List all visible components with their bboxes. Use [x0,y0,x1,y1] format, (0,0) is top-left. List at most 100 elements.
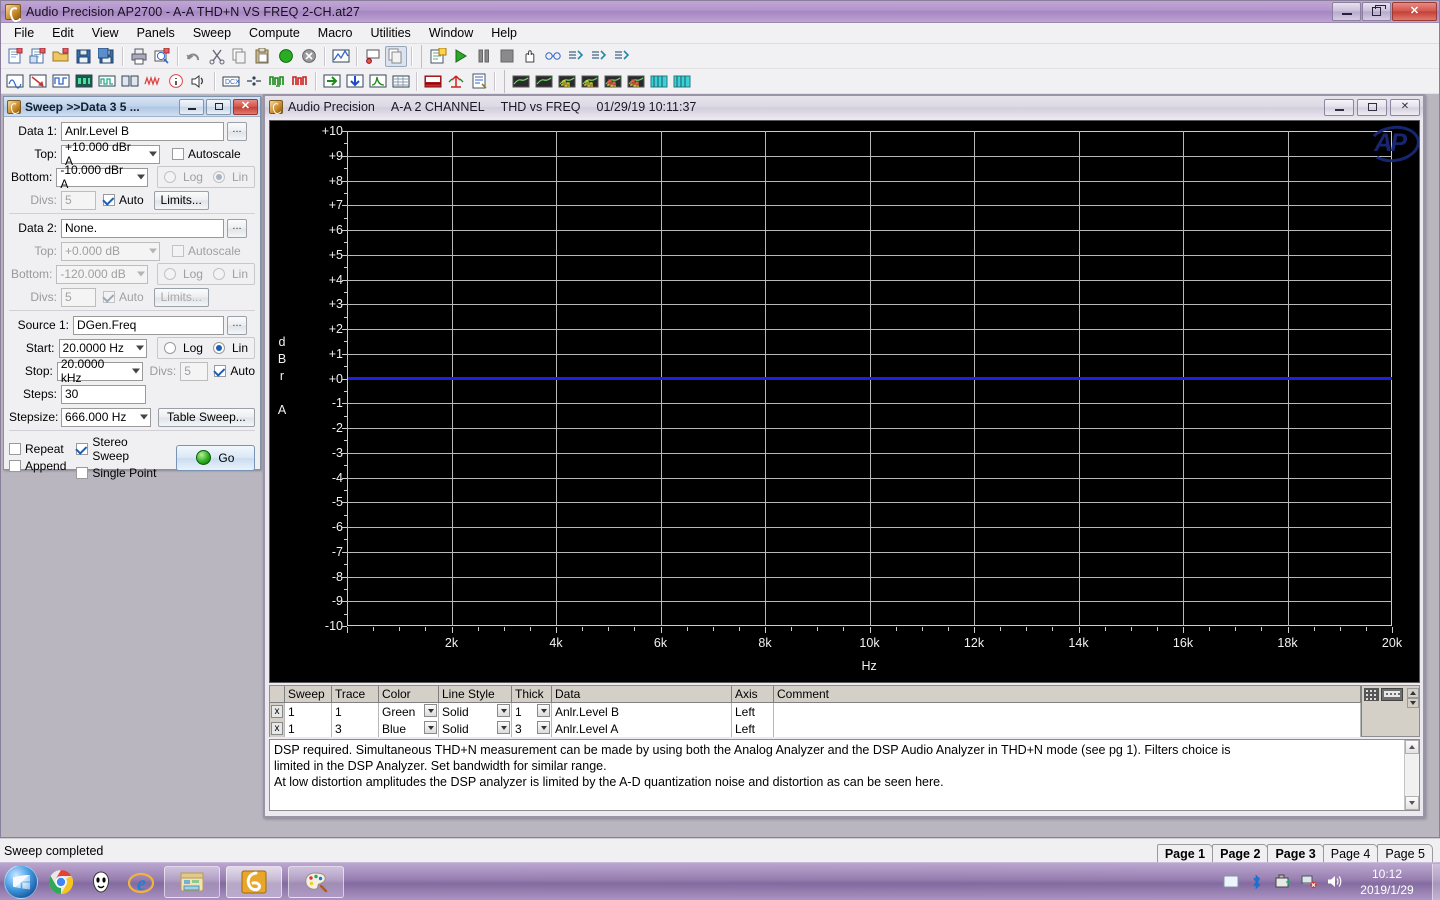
trace-table-scrollbar[interactable] [1407,688,1419,708]
safely-remove-icon[interactable] [1274,874,1291,890]
source1-lin-radio[interactable] [213,342,225,354]
chrome-icon[interactable] [44,865,78,899]
row-comment[interactable] [774,703,1361,720]
close-button[interactable]: ✕ [1392,2,1437,21]
comment-text[interactable]: DSP required. Simultaneous THD+N measure… [270,740,1404,810]
network-icon[interactable] [1300,874,1317,890]
glasses-icon[interactable] [542,46,564,67]
keyboard-icon[interactable] [1381,688,1403,701]
open-test-icon[interactable] [50,46,72,67]
cut-icon[interactable] [206,46,228,67]
comment-copy-icon[interactable] [385,46,407,67]
data2-log-radio[interactable] [164,268,176,280]
sweep-panel-2-icon[interactable] [533,71,555,92]
data2-input[interactable]: None. [61,219,224,238]
pause-macro-icon[interactable] [473,46,495,67]
sweep-panel-maximize-button[interactable] [206,99,231,115]
comment-scrollbar[interactable] [1404,740,1419,810]
paint-icon[interactable] [288,866,344,898]
dio-icon[interactable] [96,71,118,92]
bittest-icon[interactable] [119,71,141,92]
import-down-icon[interactable] [344,71,366,92]
go-button[interactable]: Go [176,445,255,471]
graph-minimize-button[interactable] [1324,99,1354,116]
bluetooth-icon[interactable] [1248,874,1265,890]
header-line-style[interactable]: Line Style [439,686,512,703]
run-macro-icon[interactable] [450,46,472,67]
numeric-keypad-icon[interactable] [1364,688,1379,701]
sweep-panel-6-icon[interactable] [625,71,647,92]
export-right-icon[interactable] [321,71,343,92]
data1-browse-button[interactable]: ... [227,122,247,141]
chevron-down-icon[interactable] [424,721,437,734]
graph-page-2-icon[interactable] [671,71,693,92]
data1-auto-checkbox[interactable]: Auto [103,193,144,207]
sweep-panel-title-bar[interactable]: Sweep >>Data 3 5 ... ✕ [4,97,260,117]
scroll-up-icon[interactable] [1405,740,1419,754]
step-into-icon[interactable] [565,46,587,67]
data2-top-combo[interactable]: +0.000 dB [61,242,160,261]
source1-input[interactable]: DGen.Freq [73,316,224,335]
chevron-down-icon[interactable] [497,721,510,734]
page-tab-2[interactable]: Page 2 [1212,844,1268,863]
graph-maximize-button[interactable] [1357,99,1387,116]
data1-top-combo[interactable]: +10.000 dBr A [61,145,160,164]
speaker-icon[interactable] [188,71,210,92]
table-sweep-button[interactable]: Table Sweep... [158,408,255,427]
menu-sweep[interactable]: Sweep [184,24,240,42]
menu-utilities[interactable]: Utilities [362,24,420,42]
scroll-down-icon[interactable] [1407,698,1419,708]
sweep-panel-1-icon[interactable] [510,71,532,92]
chevron-down-icon[interactable] [537,704,550,717]
new-from-template-icon[interactable] [27,46,49,67]
sweep-panel-5-icon[interactable] [602,71,624,92]
paste-icon[interactable] [252,46,274,67]
data-table-icon[interactable] [390,71,412,92]
data2-lin-radio[interactable] [213,268,225,280]
source1-browse-button[interactable]: ... [227,316,247,335]
data1-bottom-combo[interactable]: -10.000 dBr A [56,168,148,187]
row-axis[interactable]: Left [732,703,774,720]
go-green-icon[interactable] [275,46,297,67]
sweep-panel-minimize-button[interactable] [179,99,204,115]
step-out-icon[interactable] [611,46,633,67]
header-axis[interactable]: Axis [732,686,774,703]
page-tab-5[interactable]: Page 5 [1377,844,1433,863]
stop-macro-icon[interactable] [496,46,518,67]
sweep-panel-close-button[interactable]: ✕ [233,99,258,115]
data1-limits-button[interactable]: Limits... [154,191,209,210]
stop-icon[interactable] [298,46,320,67]
menu-panels[interactable]: Panels [128,24,184,42]
data1-log-radio[interactable] [164,171,176,183]
row-line-style[interactable]: Solid [439,703,512,720]
row-thick[interactable]: 1 [512,703,552,720]
fft-icon[interactable] [367,71,389,92]
row-data[interactable]: Anlr.Level A [552,720,732,737]
table-row[interactable]: x 1 3 Blue Solid 3 Anlr.Level A Left [270,720,1361,737]
start-orb-icon[interactable] [4,865,38,899]
row-color[interactable]: Blue [379,720,439,737]
new-test-icon[interactable] [4,46,26,67]
restore-button[interactable] [1362,2,1391,21]
digital-io-green-icon[interactable] [266,71,288,92]
analog-generator-icon[interactable] [4,71,26,92]
foobar2000-icon[interactable] [84,865,118,899]
single-point-checkbox[interactable]: Single Point [76,466,166,480]
new-macro-icon[interactable] [427,46,449,67]
data2-auto-checkbox[interactable]: Auto [103,290,144,304]
menu-window[interactable]: Window [420,24,482,42]
menu-file[interactable]: File [5,24,43,42]
data1-lin-radio[interactable] [213,171,225,183]
digital-io-red-icon[interactable] [289,71,311,92]
signal-info-icon[interactable] [165,71,187,92]
print-icon[interactable] [128,46,150,67]
data2-limits-button[interactable]: Limits... [154,288,209,307]
show-desktop-icon[interactable] [1222,874,1239,890]
row-color[interactable]: Green [379,703,439,720]
comment-box[interactable]: DSP required. Simultaneous THD+N measure… [269,739,1420,811]
graph-close-button[interactable]: ✕ [1390,99,1420,116]
source1-divs-input[interactable]: 5 [180,362,208,381]
row-trace[interactable]: 3 [332,720,379,737]
meters-icon[interactable] [422,71,444,92]
scroll-up-icon[interactable] [1407,688,1419,698]
